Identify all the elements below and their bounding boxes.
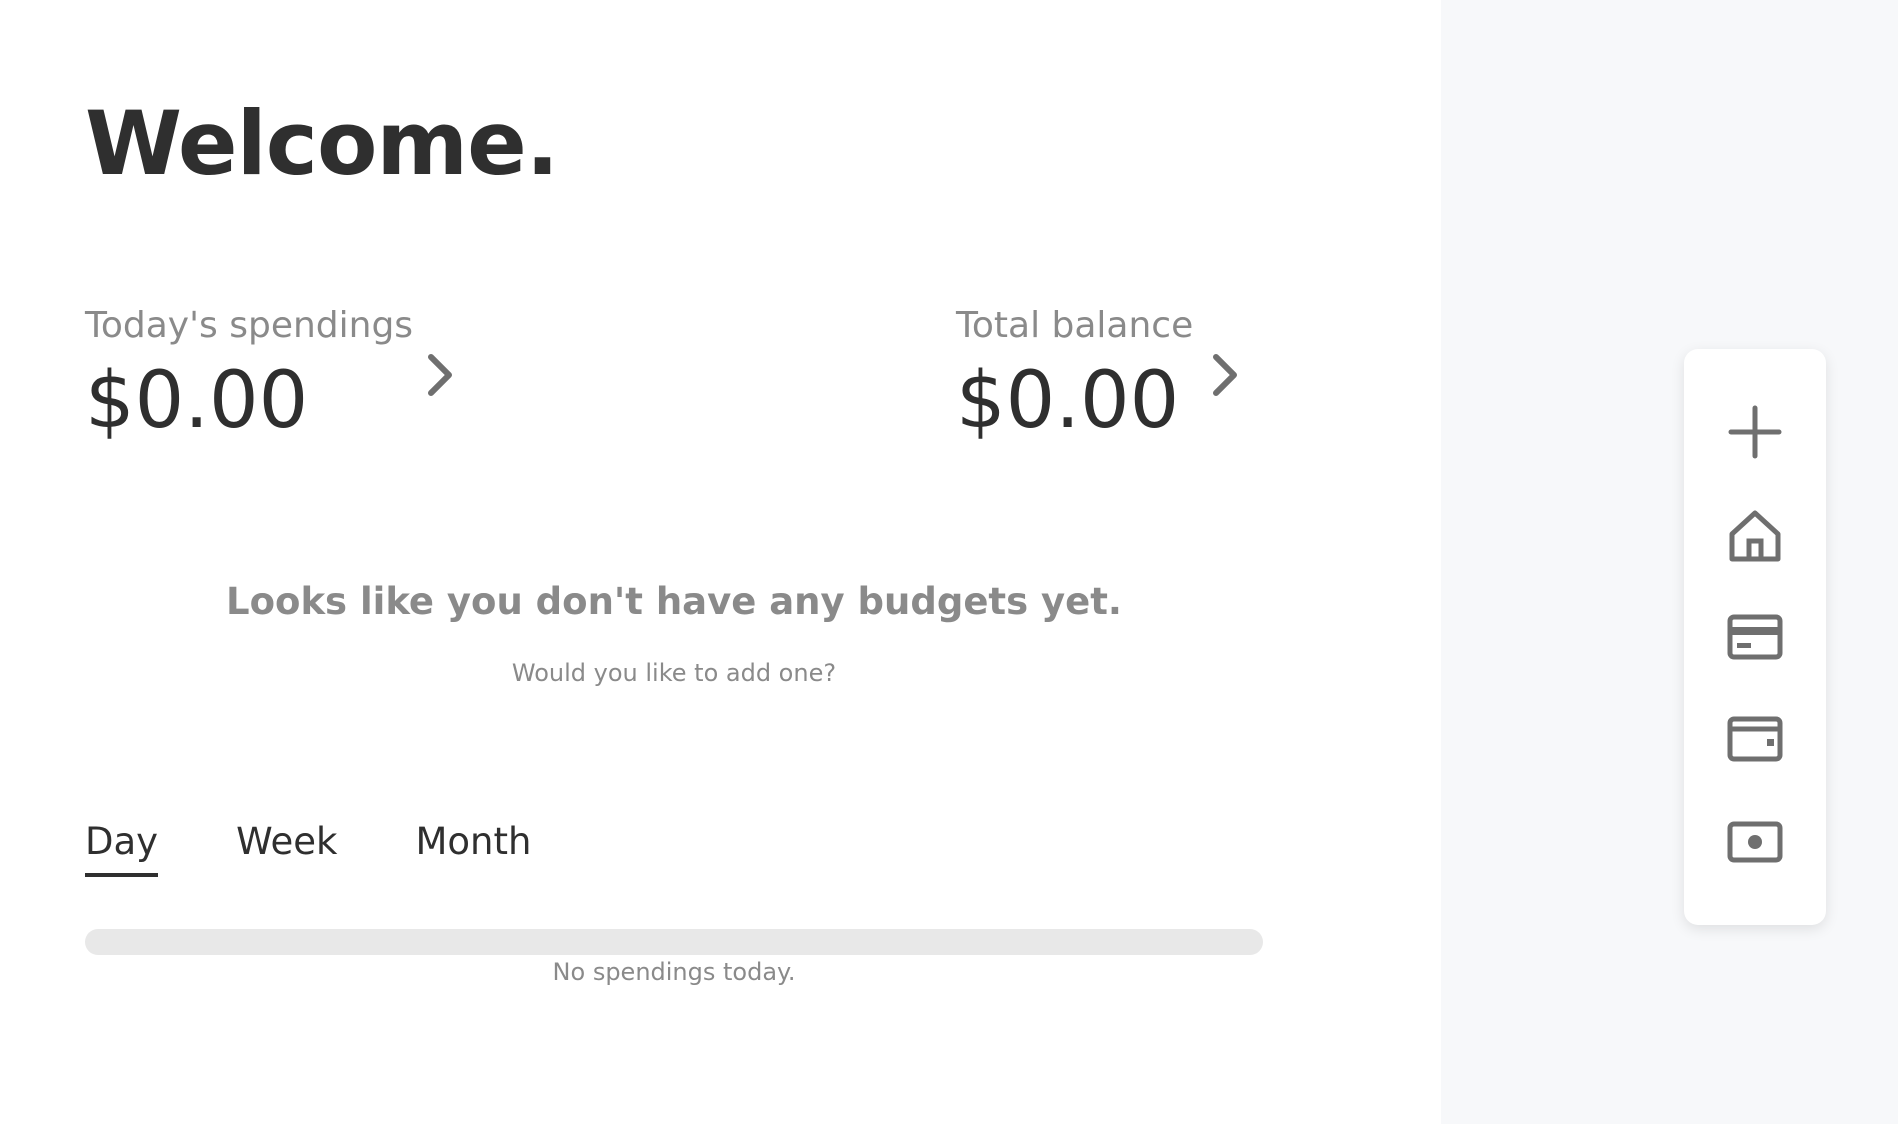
tab-week[interactable]: Week <box>236 820 337 877</box>
tab-day[interactable]: Day <box>85 820 159 877</box>
period-tabs: Day Week Month <box>85 820 609 877</box>
total-balance-label: Total balance <box>956 305 1194 346</box>
budgets-empty-title: Looks like you don't have any budgets ye… <box>226 580 1122 623</box>
main-panel: Welcome. Today's spendings $0.00 Total b… <box>0 0 1441 1124</box>
budgets-empty-state: Looks like you don't have any budgets ye… <box>0 580 1348 687</box>
spending-bar-note: No spendings today. <box>552 958 796 986</box>
plus-icon <box>1728 405 1782 459</box>
todays-spendings-card: Today's spendings $0.00 <box>85 305 413 446</box>
todays-spendings-chevron-icon[interactable] <box>420 350 460 400</box>
home-icon <box>1729 510 1781 562</box>
wallet-button[interactable] <box>1720 704 1790 774</box>
cards-button[interactable] <box>1720 603 1790 673</box>
add-budget-prompt[interactable]: Would you like to add one? <box>0 659 1348 687</box>
cash-icon <box>1727 821 1783 863</box>
action-dock <box>1684 349 1826 925</box>
wallet-icon <box>1727 716 1783 762</box>
add-button[interactable] <box>1720 397 1790 467</box>
total-balance-card: Total balance $0.00 <box>956 305 1193 446</box>
todays-spendings-value: $0.00 <box>85 356 309 446</box>
cash-button[interactable] <box>1720 807 1790 877</box>
todays-spendings-label: Today's spendings <box>85 305 414 346</box>
total-balance-chevron-icon[interactable] <box>1205 350 1245 400</box>
spending-progress-bar <box>85 929 1263 955</box>
total-balance-value: $0.00 <box>956 356 1180 446</box>
home-button[interactable] <box>1720 501 1790 571</box>
page-title: Welcome. <box>85 92 559 195</box>
credit-card-icon <box>1727 614 1783 660</box>
tab-month[interactable]: Month <box>415 820 531 877</box>
